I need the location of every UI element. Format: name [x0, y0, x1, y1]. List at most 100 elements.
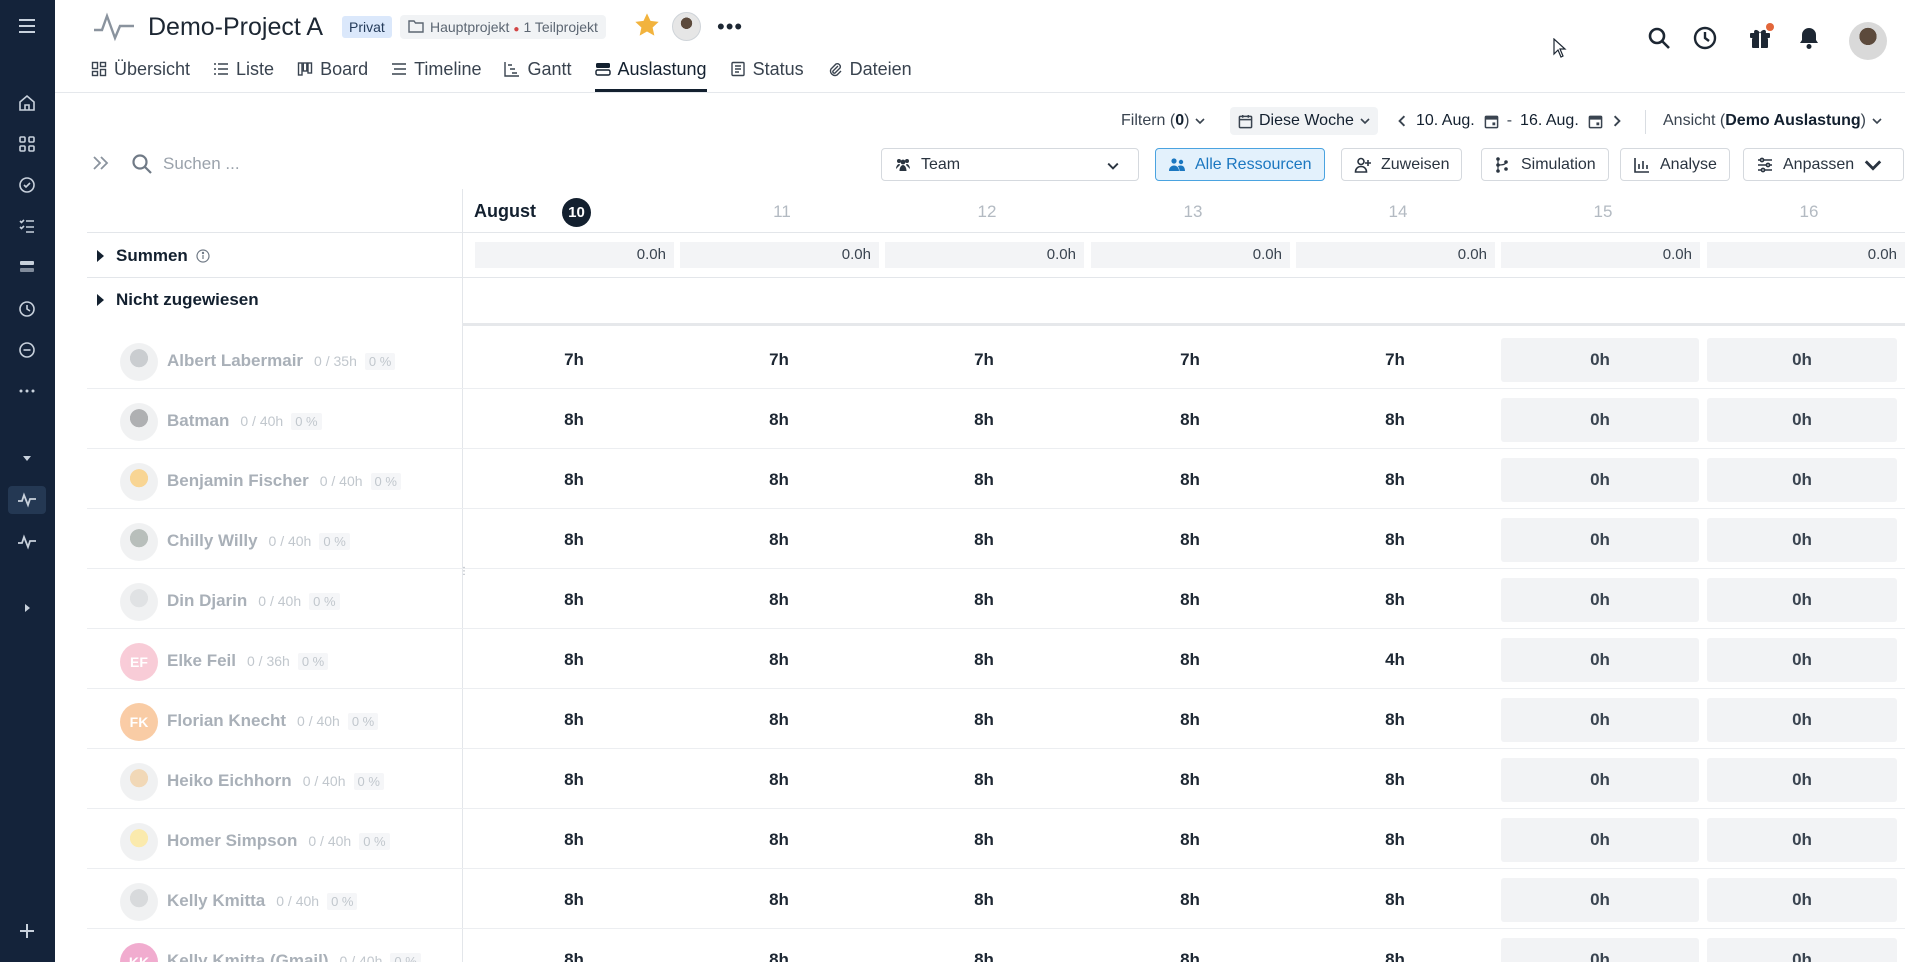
tab-overview[interactable]: Übersicht — [91, 56, 190, 82]
hours-cell[interactable]: 8h — [1091, 458, 1289, 502]
hours-cell[interactable]: 0h — [1707, 818, 1897, 862]
hours-cell[interactable]: 0h — [1707, 938, 1897, 962]
hours-cell[interactable]: 8h — [1091, 518, 1289, 562]
more-options-icon[interactable]: ••• — [717, 14, 743, 40]
hours-cell[interactable]: 8h — [680, 518, 878, 562]
hours-cell[interactable]: 8h — [475, 938, 673, 962]
resource-name-group[interactable]: Albert Labermair 0 / 35h 0 % — [167, 351, 396, 371]
hours-cell[interactable]: 0h — [1501, 638, 1699, 682]
time-tracking-icon[interactable] — [1692, 25, 1718, 56]
date-from[interactable]: 10. Aug. — [1416, 112, 1475, 130]
table-row[interactable]: EF Elke Feil 0 / 36h 0 % 8h 8h 8h 8h 4h 0h 0h — [87, 629, 1905, 689]
team-select[interactable]: Team — [881, 148, 1139, 181]
hours-cell[interactable]: 8h — [885, 878, 1083, 922]
hours-cell[interactable]: 0h — [1707, 398, 1897, 442]
tab-list[interactable]: Liste — [213, 56, 274, 82]
hours-cell[interactable]: 8h — [1296, 458, 1494, 502]
resize-handle[interactable]: ⋮ — [459, 567, 469, 587]
hours-cell[interactable]: 7h — [1091, 338, 1289, 382]
hours-cell[interactable]: 0h — [1501, 578, 1699, 622]
hours-cell[interactable]: 8h — [1091, 698, 1289, 742]
hours-cell[interactable]: 8h — [1091, 938, 1289, 962]
table-row[interactable]: Homer Simpson 0 / 40h 0 % 8h 8h 8h 8h 8h 0h 0h — [87, 809, 1905, 869]
owner-avatar[interactable] — [672, 12, 701, 41]
hours-cell[interactable]: 8h — [475, 398, 673, 442]
hours-cell[interactable]: 0h — [1707, 878, 1897, 922]
hours-cell[interactable]: 8h — [475, 578, 673, 622]
hours-cell[interactable]: 7h — [680, 338, 878, 382]
resource-name-group[interactable]: Heiko Eichhorn 0 / 40h 0 % — [167, 771, 384, 791]
hours-cell[interactable]: 0h — [1707, 338, 1897, 382]
analysis-button[interactable]: Analyse — [1620, 148, 1730, 181]
hours-cell[interactable]: 8h — [680, 818, 878, 862]
hours-cell[interactable]: 8h — [680, 938, 878, 962]
tab-board[interactable]: Board — [297, 56, 368, 82]
favorite-star-icon[interactable] — [633, 11, 661, 39]
hours-cell[interactable]: 8h — [1091, 878, 1289, 922]
hours-cell[interactable]: 8h — [475, 818, 673, 862]
hours-cell[interactable]: 0h — [1707, 758, 1897, 802]
resource-name-group[interactable]: Chilly Willy 0 / 40h 0 % — [167, 531, 350, 551]
tab-timeline[interactable]: Timeline — [391, 56, 481, 82]
hours-cell[interactable]: 8h — [885, 818, 1083, 862]
resource-name-group[interactable]: Florian Knecht 0 / 40h 0 % — [167, 711, 379, 731]
hours-cell[interactable]: 8h — [680, 458, 878, 502]
hours-cell[interactable]: 8h — [885, 938, 1083, 962]
date-to[interactable]: 16. Aug. — [1520, 112, 1579, 130]
hours-cell[interactable]: 0h — [1707, 458, 1897, 502]
caret-right-icon[interactable] — [13, 594, 41, 622]
hours-cell[interactable]: 8h — [1296, 698, 1494, 742]
hours-cell[interactable]: 8h — [680, 758, 878, 802]
home-icon[interactable] — [13, 89, 41, 117]
resource-name-group[interactable]: Din Djarin 0 / 40h 0 % — [167, 591, 340, 611]
hours-cell[interactable]: 8h — [475, 638, 673, 682]
hours-cell[interactable]: 8h — [1091, 758, 1289, 802]
all-resources-button[interactable]: Alle Ressourcen — [1155, 148, 1325, 181]
hours-cell[interactable]: 8h — [475, 698, 673, 742]
hours-cell[interactable]: 8h — [1296, 398, 1494, 442]
hours-cell[interactable]: 0h — [1501, 758, 1699, 802]
hours-cell[interactable]: 8h — [680, 638, 878, 682]
resource-name-group[interactable]: Homer Simpson 0 / 40h 0 % — [167, 831, 390, 851]
expand-panel-icon[interactable] — [91, 153, 111, 173]
hamburger-menu-icon[interactable] — [13, 12, 41, 40]
hours-cell[interactable]: 8h — [1091, 398, 1289, 442]
chevron-right-icon[interactable] — [1611, 115, 1623, 127]
hours-cell[interactable]: 0h — [1707, 638, 1897, 682]
hours-cell[interactable]: 8h — [680, 878, 878, 922]
more-nav-icon[interactable] — [13, 377, 41, 405]
hours-cell[interactable]: 0h — [1501, 518, 1699, 562]
hours-cell[interactable]: 8h — [680, 578, 878, 622]
assign-button[interactable]: Zuweisen — [1341, 148, 1463, 181]
hours-cell[interactable]: 8h — [1296, 938, 1494, 962]
hours-cell[interactable]: 8h — [680, 398, 878, 442]
workload-nav-icon[interactable] — [13, 253, 41, 281]
table-row[interactable]: KK Kelly Kmitta (Gmail) 0 / 40h 0 % 8h 8h 8h 8h… — [87, 929, 1905, 962]
hours-cell[interactable]: 0h — [1707, 518, 1897, 562]
this-week-button[interactable]: Diese Woche — [1230, 107, 1378, 135]
hours-cell[interactable]: 8h — [1091, 578, 1289, 622]
check-circle-icon[interactable] — [13, 171, 41, 199]
tab-workload[interactable]: Auslastung — [594, 56, 707, 92]
resource-name-group[interactable]: Kelly Kmitta (Gmail) 0 / 40h 0 % — [167, 951, 421, 962]
hours-cell[interactable]: 8h — [1296, 518, 1494, 562]
table-row[interactable]: Din Djarin 0 / 40h 0 % 8h 8h 8h 8h 8h 0h 0h — [87, 569, 1905, 629]
clock-icon[interactable] — [13, 295, 41, 323]
dashboard-icon[interactable] — [13, 130, 41, 158]
hours-cell[interactable]: 8h — [1296, 758, 1494, 802]
resource-name-group[interactable]: Benjamin Fischer 0 / 40h 0 % — [167, 471, 401, 491]
filter-button[interactable]: Filtern (0) — [1121, 108, 1206, 134]
hours-cell[interactable]: 0h — [1501, 398, 1699, 442]
hours-cell[interactable]: 4h — [1296, 638, 1494, 682]
hours-cell[interactable]: 0h — [1707, 698, 1897, 742]
hours-cell[interactable]: 0h — [1501, 938, 1699, 962]
search-input[interactable] — [163, 150, 543, 178]
hours-cell[interactable]: 8h — [475, 758, 673, 802]
customize-button[interactable]: Anpassen — [1743, 148, 1905, 181]
table-row[interactable]: Benjamin Fischer 0 / 40h 0 % 8h 8h 8h 8h 8h 0h 0h — [87, 449, 1905, 509]
hours-cell[interactable]: 0h — [1501, 338, 1699, 382]
hours-cell[interactable]: 8h — [885, 398, 1083, 442]
simulation-button[interactable]: Simulation — [1481, 148, 1609, 181]
view-selector[interactable]: Ansicht (Demo Auslastung) — [1663, 108, 1882, 134]
search-global-icon[interactable] — [1646, 25, 1672, 56]
